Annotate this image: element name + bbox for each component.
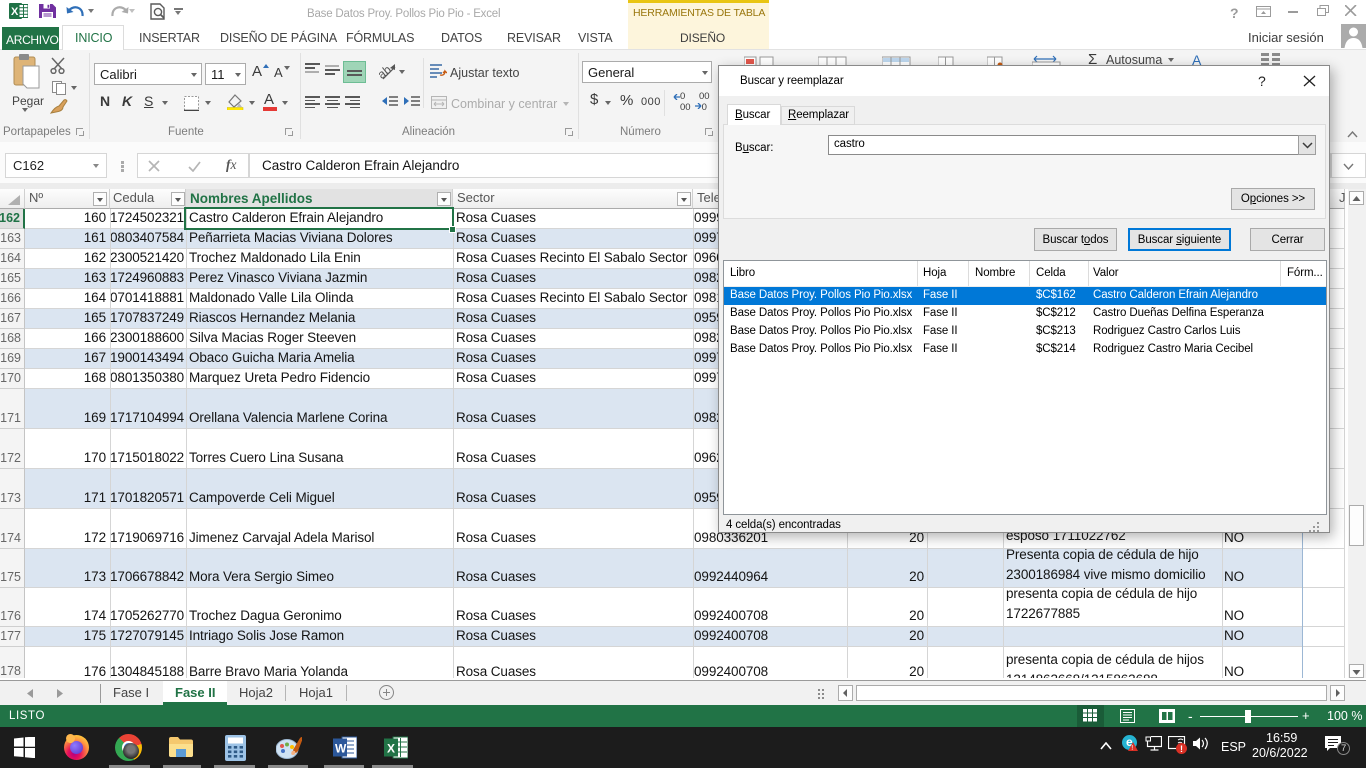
svg-text:X: X [387, 742, 395, 756]
svg-text:!: ! [1131, 745, 1133, 751]
svg-text:W: W [335, 742, 347, 756]
